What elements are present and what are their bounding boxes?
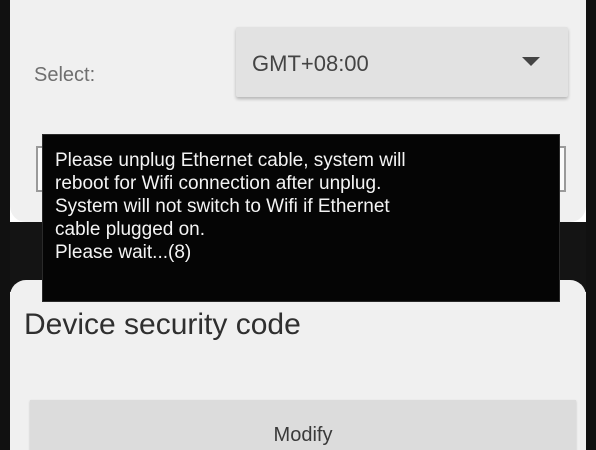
timezone-selected-value: GMT+08:00 xyxy=(252,51,369,76)
app-screen: Select: GMT+08:00 Device security code M… xyxy=(0,0,596,450)
ethernet-unplug-toast: Please unplug Ethernet cable, system wil… xyxy=(42,134,560,302)
screen-edge-left xyxy=(0,0,10,450)
timezone-select-label: Select: xyxy=(34,64,96,86)
timezone-dropdown[interactable]: GMT+08:00 xyxy=(236,27,568,97)
modify-button[interactable]: Modify xyxy=(30,400,576,450)
toast-message: Please unplug Ethernet cable, system wil… xyxy=(55,150,406,263)
device-security-code-title: Device security code xyxy=(24,308,301,341)
screen-edge-right xyxy=(586,0,596,450)
chevron-down-icon xyxy=(522,57,540,66)
